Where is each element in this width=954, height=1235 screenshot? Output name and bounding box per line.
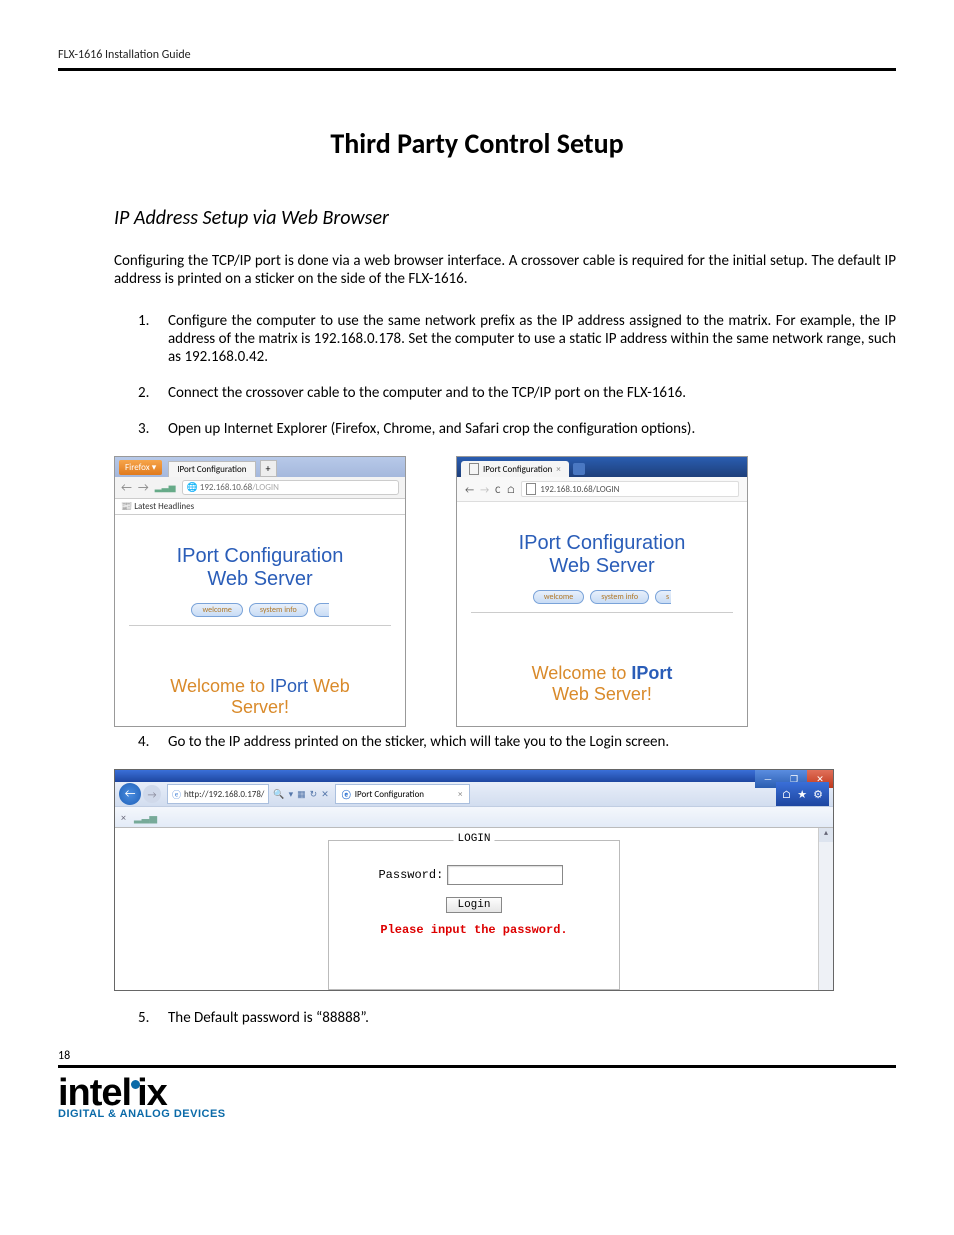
- password-input[interactable]: [447, 865, 563, 885]
- iport-heading: IPort ConfigurationWeb Server: [123, 545, 397, 591]
- step-3: 3.Open up Internet Explorer (Firefox, Ch…: [114, 420, 896, 438]
- signal-icon: ▂▃▅: [134, 811, 157, 824]
- iport-heading: IPort ConfigurationWeb Server: [465, 532, 739, 578]
- ie-back-button[interactable]: ←: [119, 783, 141, 805]
- firefox-screenshot: Firefox ▾ IPort Configuration + ← → ▂▃▅ …: [114, 456, 406, 727]
- search-icon[interactable]: 🔍: [273, 789, 284, 800]
- chrome-tab[interactable]: IPort Configuration×: [461, 461, 569, 477]
- password-label: Password:: [339, 868, 443, 882]
- compat-icon[interactable]: ▦: [297, 789, 306, 800]
- step-4-text: Go to the IP address printed on the stic…: [168, 733, 669, 751]
- step-1: 1.Configure the computer to use the same…: [114, 312, 896, 366]
- login-button[interactable]: Login: [446, 897, 501, 913]
- ie-page-icon: ⓔ: [342, 788, 351, 801]
- firefox-tab[interactable]: IPort Configuration: [168, 461, 255, 477]
- browser-screenshots-row: Firefox ▾ IPort Configuration + ← → ▂▃▅ …: [114, 456, 896, 727]
- close-icon[interactable]: ×: [556, 464, 560, 475]
- close-bar-icon[interactable]: ×: [121, 811, 126, 824]
- firefox-url-bar[interactable]: 🌐 192.168.10.68/LOGIN: [182, 480, 399, 495]
- page-icon: [526, 483, 536, 495]
- section-heading: IP Address Setup via Web Browser: [114, 206, 896, 230]
- step-1-text: Configure the computer to use the same n…: [168, 312, 896, 366]
- ie-url-bar[interactable]: ⓔ http://192.168.0.178/: [167, 784, 269, 804]
- steps-list-cont: 4.Go to the IP address printed on the st…: [114, 733, 896, 751]
- nav-pill-welcome[interactable]: welcome: [191, 603, 242, 617]
- step-4: 4.Go to the IP address printed on the st…: [114, 733, 896, 751]
- ie-forward-button[interactable]: →: [143, 785, 161, 803]
- login-fieldset: LOGIN Password: Login Please input the p…: [328, 840, 620, 990]
- nav-pill-cropped[interactable]: s: [655, 590, 671, 604]
- signal-icon: ▂▃▅: [155, 482, 176, 493]
- back-icon[interactable]: ←: [465, 483, 474, 496]
- forward-icon[interactable]: →: [480, 483, 489, 496]
- running-header: FLX-1616 Installation Guide: [58, 48, 896, 71]
- brand-tagline: DIGITAL & ANALOG DEVICES: [58, 1108, 226, 1120]
- page-icon: [469, 463, 479, 475]
- nav-pill-cropped[interactable]: [314, 603, 329, 617]
- favorites-icon[interactable]: ★: [797, 788, 807, 801]
- step-2: 2.Connect the crossover cable to the com…: [114, 384, 896, 402]
- home-icon[interactable]: ⌂: [506, 483, 515, 496]
- refresh-icon[interactable]: ↻: [310, 789, 318, 800]
- chrome-new-tab[interactable]: [573, 463, 585, 475]
- reload-icon[interactable]: C: [495, 483, 500, 496]
- step-5: 5.The Default password is “88888”.: [114, 1009, 896, 1027]
- close-tab-icon[interactable]: ×: [458, 789, 462, 800]
- nav-pill-welcome[interactable]: welcome: [533, 590, 584, 604]
- step-5-text: The Default password is “88888”.: [168, 1009, 369, 1027]
- brand-logo: intelix DIGITAL & ANALOG DEVICES: [58, 1076, 896, 1120]
- home-icon[interactable]: ⌂: [782, 788, 792, 801]
- footer-rule: [58, 1065, 896, 1068]
- back-icon[interactable]: ←: [121, 481, 132, 495]
- page-title: Third Party Control Setup: [58, 126, 896, 161]
- ie-tab[interactable]: ⓔ IPort Configuration ×: [335, 784, 470, 804]
- page-number: 18: [58, 1049, 896, 1063]
- login-legend: LOGIN: [453, 833, 494, 845]
- ie-scrollbar[interactable]: ▴: [818, 828, 833, 990]
- ie-url-actions: 🔍▾ ▦ ↻ ✕: [269, 789, 332, 800]
- step-2-text: Connect the crossover cable to the compu…: [168, 384, 686, 402]
- steps-list-cont2: 5.The Default password is “88888”.: [114, 1009, 896, 1027]
- chrome-url-bar[interactable]: 192.168.10.68/LOGIN: [521, 481, 739, 497]
- steps-list: 1.Configure the computer to use the same…: [114, 312, 896, 438]
- forward-icon[interactable]: →: [138, 481, 149, 495]
- intro-paragraph: Configuring the TCP/IP port is done via …: [114, 252, 896, 288]
- firefox-menu-button[interactable]: Firefox ▾: [119, 460, 162, 475]
- step-3-text: Open up Internet Explorer (Firefox, Chro…: [168, 420, 695, 438]
- login-error-text: Please input the password.: [339, 923, 609, 937]
- firefox-new-tab[interactable]: +: [260, 460, 277, 477]
- ie-logo-icon: ⓔ: [172, 788, 181, 801]
- nav-pill-sysinfo[interactable]: system info: [590, 590, 649, 604]
- scroll-up-icon[interactable]: ▴: [819, 828, 833, 842]
- chrome-screenshot: IPort Configuration× ← → C ⌂ 192.168.10.…: [456, 456, 748, 727]
- nav-pill-sysinfo[interactable]: system info: [249, 603, 308, 617]
- tools-icon[interactable]: ⚙: [813, 788, 823, 801]
- welcome-text: Welcome to IPortWeb Server!: [465, 663, 739, 705]
- ie-screenshot: — ❐ ✕ ← → ⓔ http://192.168.0.178/ 🔍▾ ▦ ↻…: [114, 769, 834, 991]
- firefox-bookmark-bar[interactable]: 📰 Latest Headlines: [115, 499, 405, 515]
- welcome-text: Welcome to IPort WebServer!: [123, 676, 397, 718]
- stop-icon[interactable]: ✕: [321, 789, 329, 800]
